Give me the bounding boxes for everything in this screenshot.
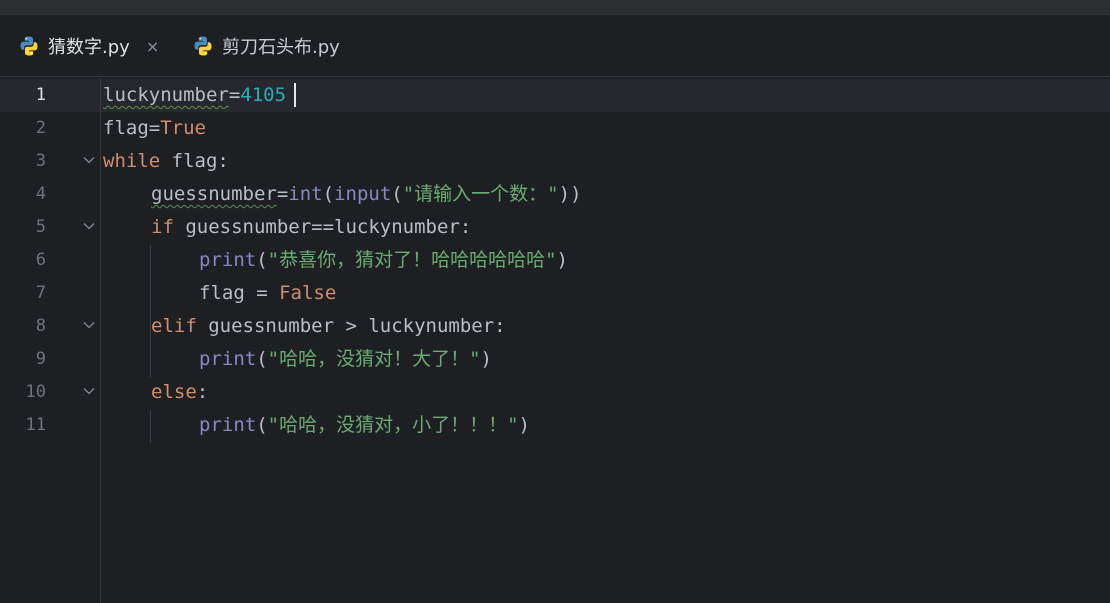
code-line[interactable]: 4 guessnumber=int(input("请输入一个数：")) [0,178,1110,211]
code-token: while [103,150,161,172]
code-token: ( [256,348,268,370]
tab-label: 猜数字.py [48,37,130,58]
tab-label: 剪刀石头布.py [222,37,340,58]
code-token: ( [391,183,403,205]
line-number: 1 [35,85,46,105]
code-token: ( [256,249,268,271]
fold-chevron-icon[interactable] [83,156,95,164]
code-token: = [228,84,241,106]
code-text: flag = False [199,277,336,310]
code-text: flag=True [103,112,206,145]
code-token: False [279,282,337,304]
code-token: : [196,381,209,403]
code-token: "恭喜你，猜对了！哈哈哈哈哈哈" [267,249,557,271]
code-token: True [160,117,206,139]
code-token: flag [103,117,149,139]
code-token: ( [256,414,268,436]
code-line[interactable]: 2 flag=True [0,112,1110,145]
tab-rock-paper-scissors[interactable]: 剪刀石头布.py [192,15,362,77]
code-token: ) [556,249,568,271]
code-line[interactable]: 6 print("恭喜你，猜对了！哈哈哈哈哈哈") [0,244,1110,277]
code-text: guessnumber=int(input("请输入一个数：")) [151,178,582,211]
code-token: guessnumber > luckynumber: [196,315,506,337]
python-icon [20,36,38,56]
line-number: 5 [35,217,46,237]
code-token: print [199,249,257,271]
line-number: 10 [25,382,46,402]
code-token: flag: [160,150,229,172]
code-line[interactable]: 8 elif guessnumber > luckynumber: [0,310,1110,343]
code-token: int [288,183,323,205]
code-line[interactable]: 11 print("哈哈，没猜对，小了！！！") [0,409,1110,442]
code-token: = [148,117,161,139]
close-tab-icon[interactable]: × [146,37,159,56]
code-line[interactable]: 10 else: [0,376,1110,409]
code-token: "哈哈，没猜对，小了！！！" [267,414,519,436]
code-line[interactable]: 9 print("哈哈，没猜对！大了！") [0,343,1110,376]
code-editor[interactable]: 1 luckynumber=4105 2 flag=True 3 while flag: 4… [0,78,1110,603]
code-text: print("哈哈，没猜对！大了！") [199,343,492,376]
tab-guess-number[interactable]: 猜数字.py × [0,15,176,77]
code-token: else [151,381,197,403]
code-token: flag = [199,282,280,304]
line-number: 8 [35,316,46,336]
code-text: if guessnumber==luckynumber: [151,211,471,244]
code-token: = [276,183,289,205]
line-number: 11 [25,415,46,435]
code-token: "请输入一个数：" [402,183,559,205]
code-token: if [151,216,174,238]
code-token: ( [322,183,335,205]
editor-tab-bar: 猜数字.py × 剪刀石头布.py [0,15,1110,91]
code-line[interactable]: 3 while flag: [0,145,1110,178]
code-text: while flag: [103,145,229,178]
text-caret [294,83,296,107]
code-text: elif guessnumber > luckynumber: [151,310,506,343]
code-text: else: [151,376,208,409]
code-token: guessnumber [151,183,277,205]
code-token: 4105 [240,84,287,106]
fold-chevron-icon[interactable] [83,321,95,329]
fold-chevron-icon[interactable] [83,387,95,395]
code-line[interactable]: 7 flag = False [0,277,1110,310]
code-token: "哈哈，没猜对！大了！" [267,348,481,370]
code-text: print("恭喜你，猜对了！哈哈哈哈哈哈") [199,244,568,277]
line-number: 2 [35,118,46,138]
code-text: luckynumber=4105 [103,79,286,112]
line-number: 6 [35,250,46,270]
code-token: guessnumber==luckynumber: [173,216,472,238]
code-line[interactable]: 1 luckynumber=4105 [0,79,1110,112]
code-token: elif [151,315,197,337]
line-number: 4 [35,184,46,204]
code-token: )) [558,183,582,205]
code-token: input [334,183,392,205]
code-token: print [199,348,257,370]
python-icon [194,36,212,56]
code-token: luckynumber [103,84,229,106]
code-text: print("哈哈，没猜对，小了！！！") [199,409,530,442]
code-line[interactable]: 5 if guessnumber==luckynumber: [0,211,1110,244]
code-token: ) [480,348,492,370]
code-token: ) [518,414,530,436]
code-token: print [199,414,257,436]
line-number: 3 [35,151,46,171]
fold-chevron-icon[interactable] [83,222,95,230]
line-number: 7 [35,283,46,303]
title-bar-strip [0,0,1110,15]
line-number: 9 [35,349,46,369]
